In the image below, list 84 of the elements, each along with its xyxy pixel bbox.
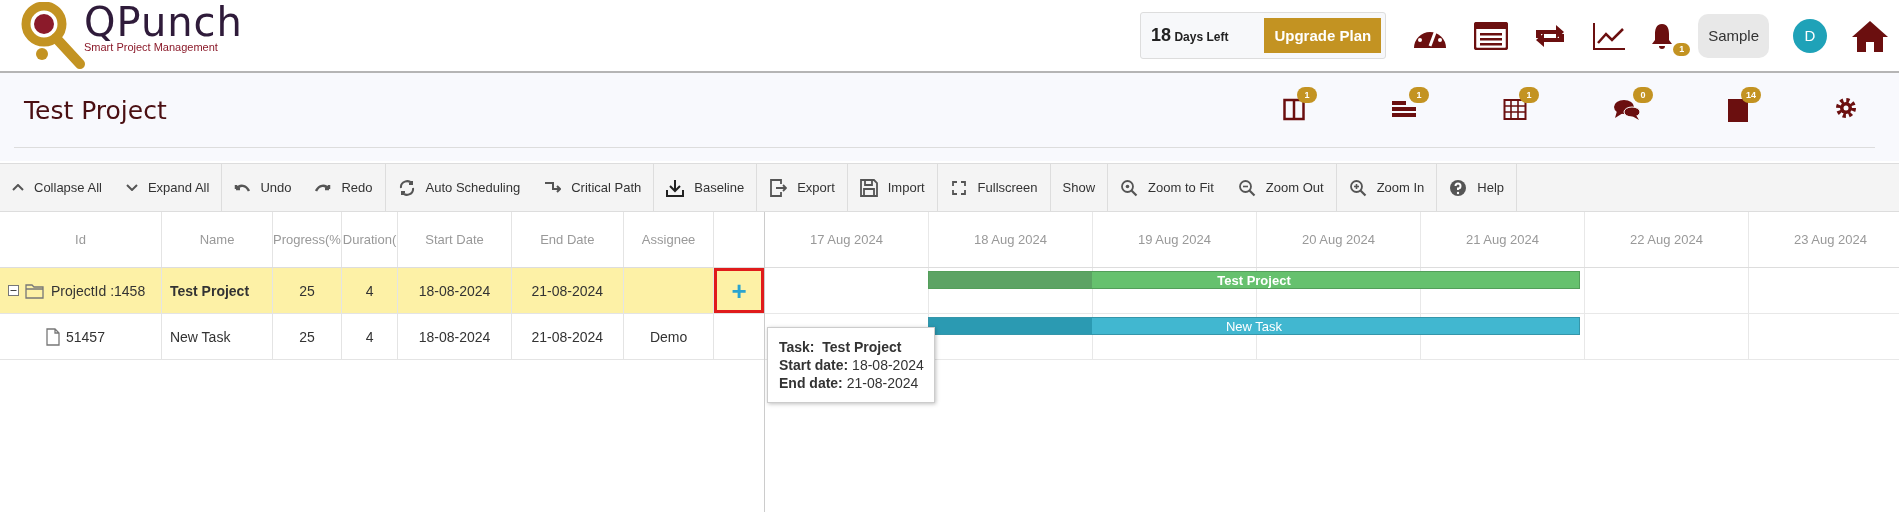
help-icon: [1449, 178, 1468, 197]
calendar-icon[interactable]: [1503, 97, 1527, 121]
toolbar-button[interactable]: Help: [1437, 164, 1518, 211]
table-cell: 21-08-2024: [531, 328, 604, 345]
toolbar-button[interactable]: Auto Scheduling: [385, 164, 533, 211]
column-header: End Date: [511, 212, 624, 267]
zoom-out-icon: [1237, 178, 1256, 197]
date-header: 21 Aug 2024: [1421, 212, 1585, 267]
file-icon: [46, 327, 60, 346]
brand-name: QPunch: [84, 0, 243, 44]
count-badge: 1: [1297, 87, 1317, 103]
days-left: 18 Days Left: [1151, 25, 1229, 46]
export-icon: [769, 178, 788, 197]
toolbar-button[interactable]: Show: [1050, 164, 1109, 211]
table-cell: 25: [299, 328, 315, 345]
date-header: 23 Aug 2024: [1749, 212, 1899, 267]
column-header: Id: [0, 212, 162, 267]
settings-icon[interactable]: [1835, 97, 1857, 119]
toolbar-button[interactable]: Zoom Out: [1225, 164, 1337, 211]
toolbar-button[interactable]: Import: [847, 164, 938, 211]
table-cell: 4: [365, 328, 374, 345]
column-header: Duration(: [341, 212, 399, 267]
date-header: 20 Aug 2024: [1257, 212, 1421, 267]
bar-label: Test Project: [1217, 272, 1291, 288]
toolbar-button[interactable]: Zoom to Fit: [1108, 164, 1226, 211]
note-icon[interactable]: [1727, 97, 1749, 123]
table-cell: 4: [365, 282, 374, 299]
chat-icon[interactable]: [1613, 97, 1641, 121]
toolbar-button[interactable]: Collapse All: [0, 164, 114, 211]
table-cell: 25: [299, 282, 315, 299]
table-cell: ProjectId :1458: [51, 282, 146, 299]
date-header: 19 Aug 2024: [1093, 212, 1257, 267]
column-header: Start Date: [398, 212, 512, 267]
table-cell: 21-08-2024: [531, 282, 604, 299]
count-badge: 1: [1409, 87, 1429, 103]
date-header: 17 Aug 2024: [765, 212, 929, 267]
toolbar-button[interactable]: Undo: [222, 164, 304, 211]
list-icon[interactable]: [1474, 21, 1509, 50]
table-cell: 51457: [66, 328, 105, 345]
column-header: Progress(%: [273, 212, 342, 267]
redo-icon: [315, 182, 332, 193]
table-cell: Demo: [649, 328, 688, 345]
bar-label: New Task: [1225, 318, 1283, 334]
bell-icon[interactable]: [1650, 21, 1675, 50]
table-cell: 18-08-2024: [418, 328, 491, 345]
chevron-up-icon: [12, 184, 24, 191]
table-cell: Test Project: [169, 282, 250, 299]
toolbar-button[interactable]: Zoom In: [1336, 164, 1438, 211]
home-icon[interactable]: [1851, 18, 1889, 53]
project-title: Test Project: [24, 95, 167, 125]
count-badge: 1: [1519, 87, 1539, 103]
path-icon: [544, 182, 562, 193]
fullscreen-icon: [949, 178, 968, 197]
tagline: Smart Project Management: [84, 41, 219, 53]
zoom-in-icon: [1348, 178, 1367, 197]
column-header: Name: [161, 212, 274, 267]
tooltip-line: Task: Test Project: [779, 338, 903, 356]
workspace-button[interactable]: Sample: [1698, 13, 1769, 58]
table-cell: New Task: [169, 328, 231, 345]
folder-icon: [25, 282, 45, 299]
column-header: Assignee: [623, 212, 715, 267]
count-badge: 0: [1633, 87, 1653, 103]
toolbar-button[interactable]: Critical Path: [532, 164, 655, 211]
save-icon: [859, 178, 878, 197]
tooltip-line: End date: 21-08-2024: [779, 374, 920, 392]
columns-icon[interactable]: [1283, 97, 1305, 121]
count-badge: 14: [1741, 87, 1761, 103]
toolbar-button[interactable]: Export: [757, 164, 848, 211]
toolbar-button[interactable]: Expand All: [113, 164, 223, 211]
download-icon: [666, 178, 685, 197]
toolbar-button[interactable]: Fullscreen: [937, 164, 1051, 211]
tooltip-line: Start date: 18-08-2024: [779, 356, 924, 374]
toolbar-button[interactable]: Redo: [303, 164, 386, 211]
undo-icon: [234, 182, 251, 193]
refresh-icon: [397, 178, 416, 197]
table-cell: 18-08-2024: [418, 282, 491, 299]
zoom-icon: [1120, 178, 1139, 197]
notification-badge: 1: [1673, 42, 1691, 56]
date-header: 22 Aug 2024: [1585, 212, 1749, 267]
collapse-toggle[interactable]: [8, 285, 19, 296]
chart-icon[interactable]: [1592, 20, 1627, 51]
date-header: 18 Aug 2024: [929, 212, 1093, 267]
toolbar-button[interactable]: Baseline: [654, 164, 758, 211]
chevron-down-icon: [125, 184, 138, 191]
